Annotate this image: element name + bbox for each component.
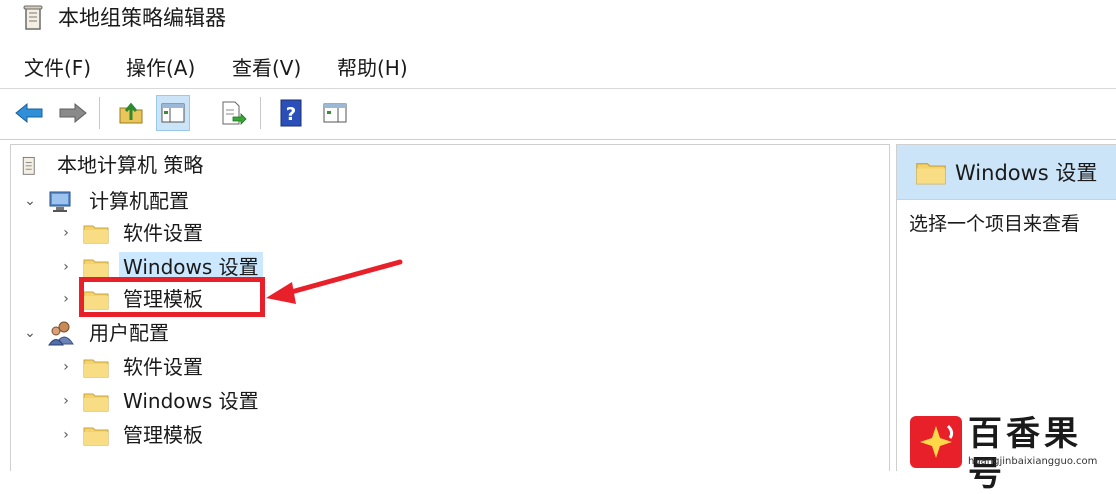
chevron-right-icon[interactable]: › bbox=[57, 259, 75, 275]
chevron-right-icon[interactable]: › bbox=[57, 393, 75, 409]
show-hide-tree-icon bbox=[161, 103, 185, 123]
menu-file[interactable]: 文件(F) bbox=[24, 54, 91, 82]
toolbar: ? bbox=[0, 88, 1116, 140]
chevron-down-icon[interactable]: ⌄ bbox=[21, 325, 39, 341]
show-hide-tree-button[interactable] bbox=[156, 95, 190, 131]
annotation-highlight-box bbox=[79, 277, 265, 317]
toolbar-separator bbox=[260, 97, 261, 129]
forward-button[interactable] bbox=[56, 95, 90, 131]
details-title: Windows 设置 bbox=[955, 161, 1098, 185]
help-icon: ? bbox=[280, 99, 302, 127]
brand-logo-icon bbox=[910, 416, 962, 468]
window-title: 本地组策略编辑器 bbox=[58, 6, 226, 30]
tree-item-label: Windows 设置 bbox=[123, 389, 259, 413]
policy-scroll-icon bbox=[22, 156, 35, 175]
tree-item-label: 本地计算机 策略 bbox=[57, 153, 204, 177]
tree-item-label: 计算机配置 bbox=[89, 189, 189, 213]
menu-view[interactable]: 查看(V) bbox=[232, 54, 301, 82]
tree-item-user-config[interactable]: ⌄ 用户配置 bbox=[21, 317, 173, 349]
tree-item-root[interactable]: 本地计算机 策略 bbox=[19, 149, 207, 181]
chevron-right-icon[interactable]: › bbox=[57, 359, 75, 375]
folder-icon bbox=[83, 427, 109, 446]
details-header: Windows 设置 bbox=[897, 145, 1116, 200]
forward-arrow-icon bbox=[59, 102, 87, 124]
watermark-url: huangjinbaixiangguo.com bbox=[968, 456, 1098, 467]
folder-icon bbox=[83, 393, 109, 412]
up-level-button[interactable] bbox=[114, 95, 148, 131]
chevron-right-icon[interactable]: › bbox=[57, 427, 75, 443]
toolbar-separator bbox=[99, 97, 100, 129]
tree-item-user-windows-settings[interactable]: › Windows 设置 bbox=[57, 385, 263, 417]
tree-item-label: 用户配置 bbox=[89, 321, 169, 345]
chevron-right-icon[interactable]: › bbox=[57, 225, 75, 241]
export-list-icon bbox=[222, 101, 247, 125]
details-description: 选择一个项目来查看 bbox=[909, 213, 1081, 235]
tree-item-user-admin-templates[interactable]: › 管理模板 bbox=[57, 419, 207, 451]
title-bar: 本地组策略编辑器 bbox=[0, 0, 1116, 40]
policy-scroll-icon bbox=[23, 5, 43, 30]
tree-item-user-software-settings[interactable]: › 软件设置 bbox=[57, 351, 207, 383]
up-folder-icon bbox=[119, 102, 143, 124]
menu-action[interactable]: 操作(A) bbox=[126, 54, 195, 82]
export-list-button[interactable] bbox=[216, 95, 250, 131]
tree-item-label: 管理模板 bbox=[123, 423, 203, 447]
menu-bar: 文件(F) 操作(A) 查看(V) 帮助(H) bbox=[0, 48, 1116, 88]
help-button[interactable]: ? bbox=[274, 95, 308, 131]
tree-item-label: 软件设置 bbox=[123, 221, 203, 245]
tree-item-label: 软件设置 bbox=[123, 355, 203, 379]
tree-item-software-settings[interactable]: › 软件设置 bbox=[57, 217, 207, 249]
chevron-right-icon[interactable]: › bbox=[57, 291, 75, 307]
back-arrow-icon bbox=[15, 102, 43, 124]
chevron-down-icon[interactable]: ⌄ bbox=[21, 193, 39, 209]
watermark: 百香果号 huangjinbaixiangguo.com bbox=[898, 408, 1116, 494]
properties-pane-icon bbox=[323, 103, 347, 123]
watermark-name: 百香果号 bbox=[968, 414, 1082, 494]
folder-icon bbox=[83, 359, 109, 378]
folder-icon bbox=[83, 259, 109, 278]
menu-help[interactable]: 帮助(H) bbox=[337, 54, 408, 82]
annotation-arrow-icon bbox=[266, 259, 403, 304]
folder-icon bbox=[916, 163, 946, 185]
folder-icon bbox=[83, 225, 109, 244]
computer-icon bbox=[49, 191, 71, 212]
users-icon bbox=[48, 321, 74, 346]
tree-item-computer-config[interactable]: ⌄ 计算机配置 bbox=[21, 185, 193, 217]
properties-pane-button[interactable] bbox=[318, 95, 352, 131]
back-button[interactable] bbox=[12, 95, 46, 131]
svg-text:?: ? bbox=[286, 104, 296, 125]
